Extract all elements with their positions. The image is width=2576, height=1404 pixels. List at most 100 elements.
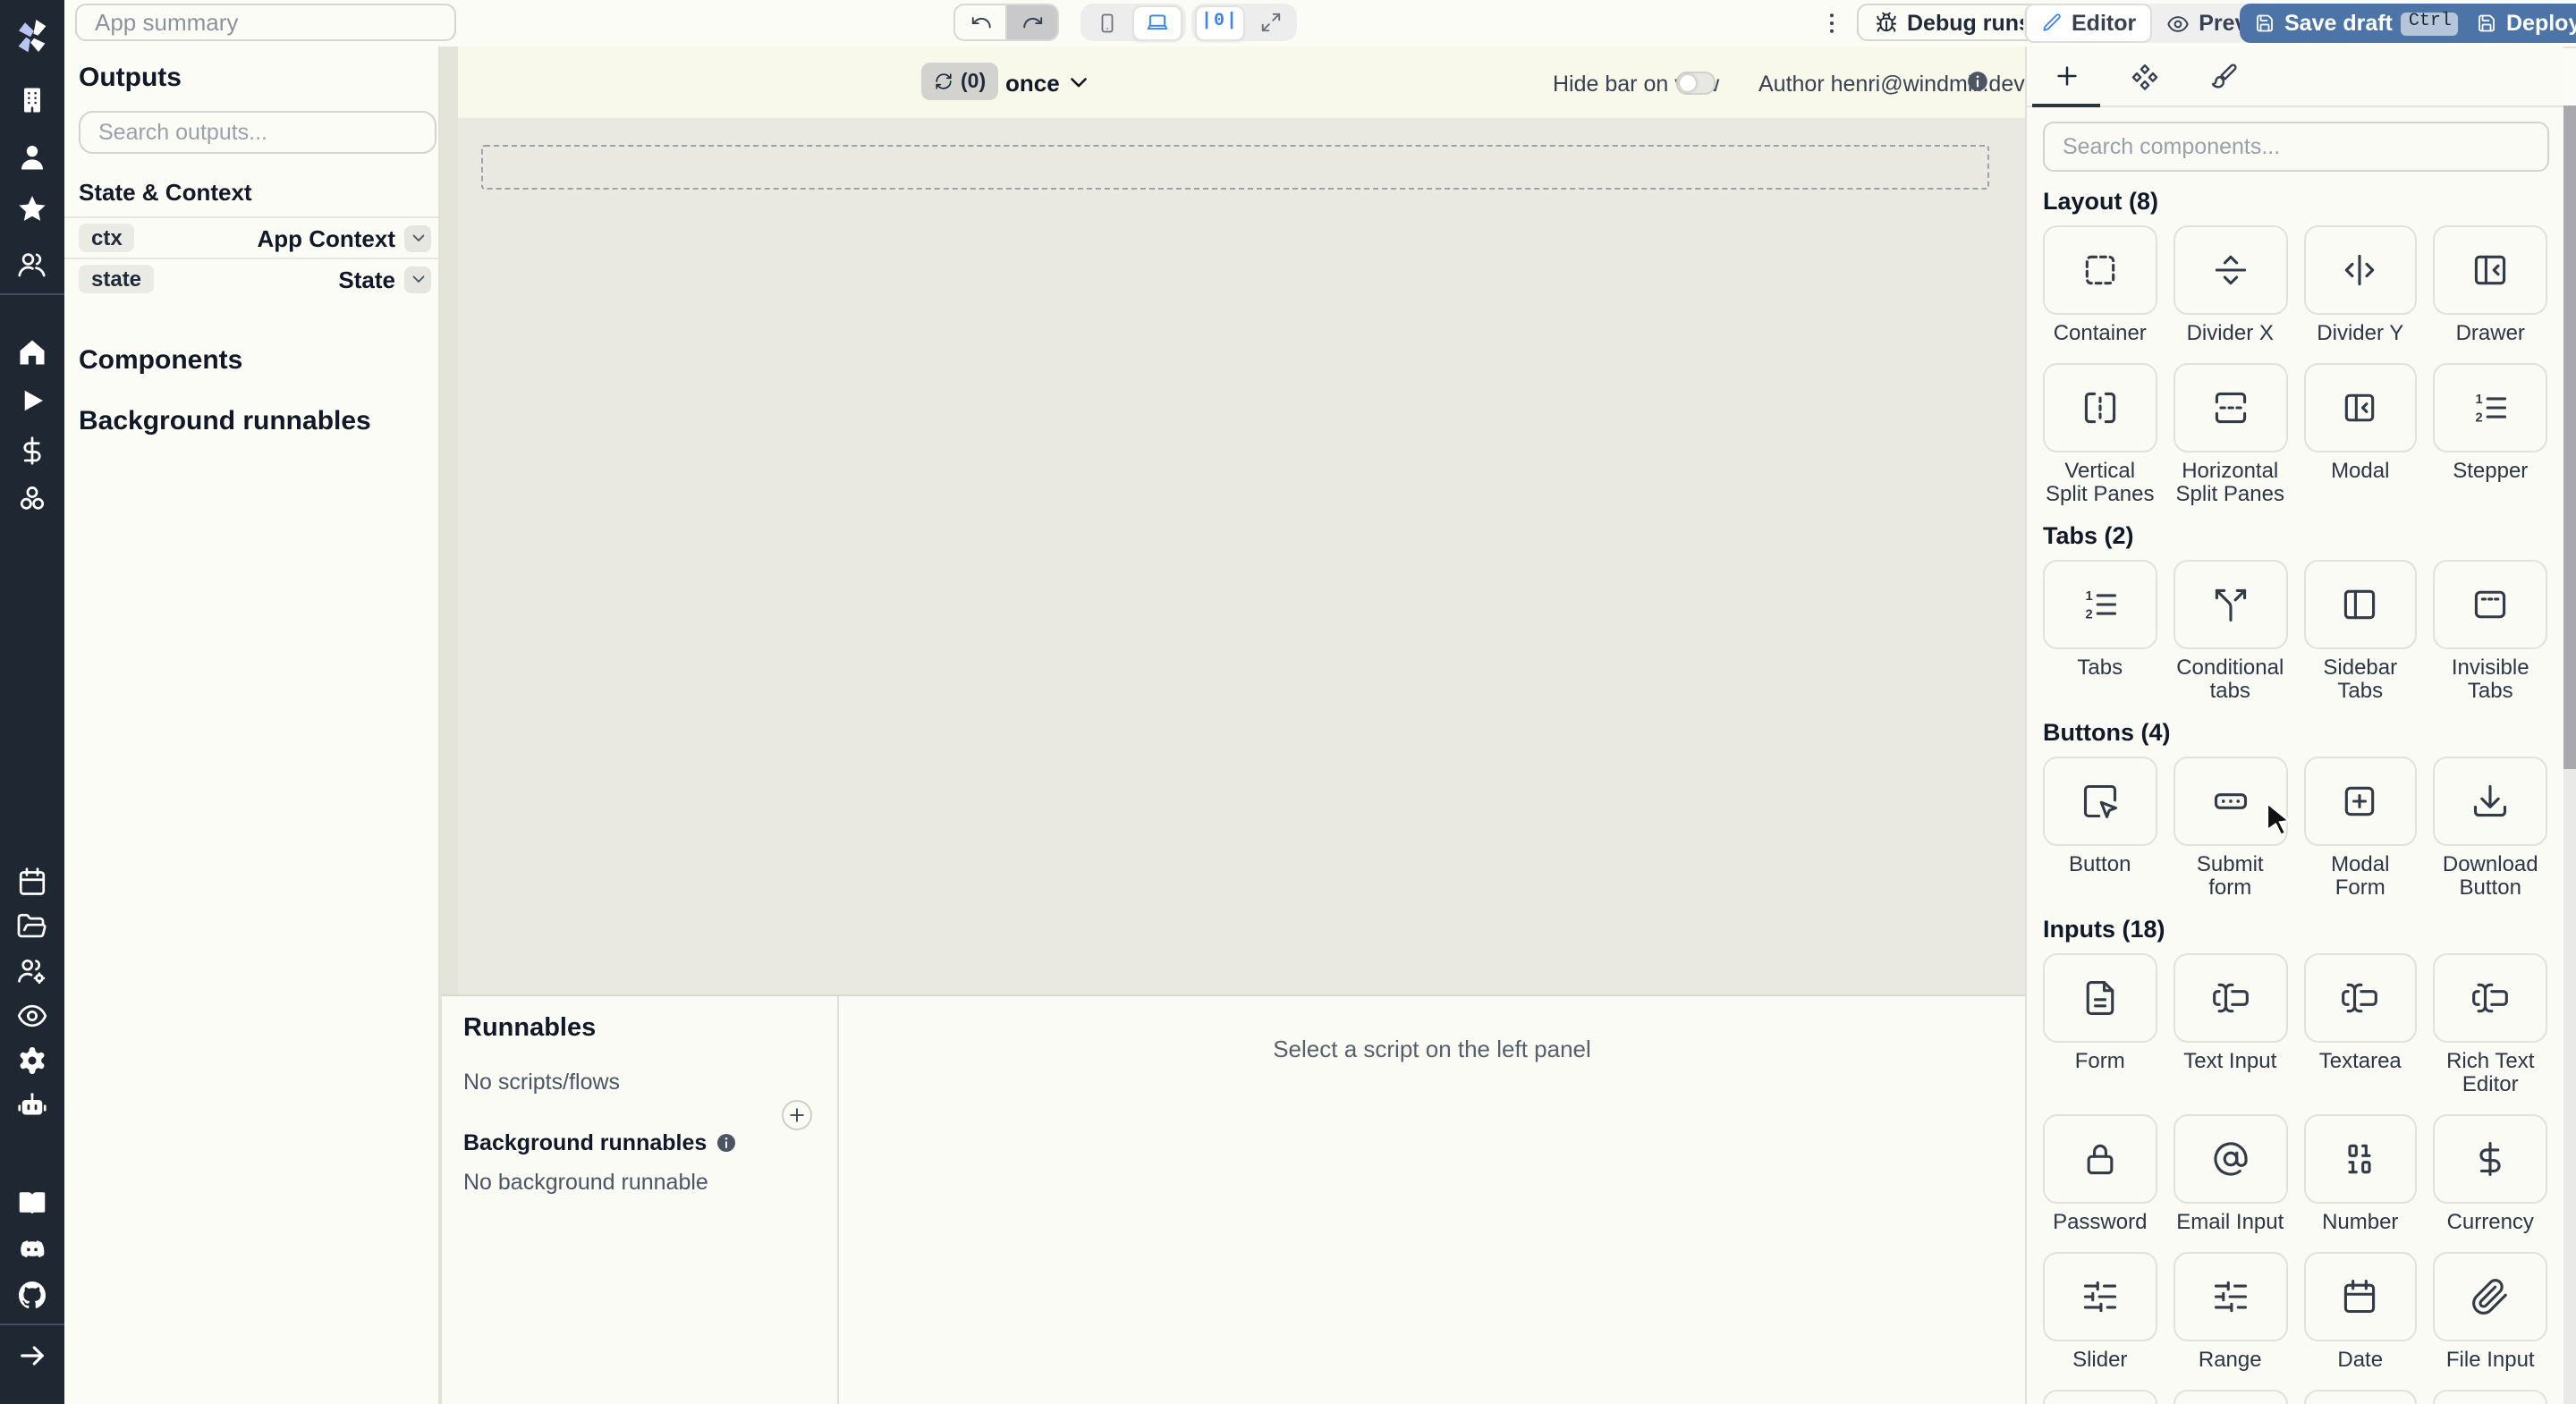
undo-icon (969, 11, 992, 34)
deploy-button[interactable]: Deploy (2462, 4, 2576, 43)
scrollbar-thumb[interactable] (2563, 106, 2576, 769)
text-cursor-input-icon (2341, 978, 2380, 1018)
sidebar-item-users-icon[interactable] (16, 249, 48, 281)
smartphone-icon (1097, 10, 1118, 35)
component-card-vertical-split-panes[interactable]: Vertical Split Panes (2043, 363, 2157, 506)
mobile-view-button[interactable] (1084, 6, 1131, 38)
components-panel-scrollbar (2563, 106, 2576, 1404)
component-card-date[interactable]: Date (2303, 1252, 2418, 1372)
component-card-form[interactable]: Form (2043, 953, 2157, 1096)
windmill-logo-icon[interactable] (11, 14, 54, 57)
refresh-all-button[interactable]: (0) (921, 63, 999, 100)
divider-x-icon (2210, 250, 2250, 290)
component-card-partially-visible[interactable] (2043, 1390, 2157, 1404)
chevron-down-icon (409, 270, 427, 288)
component-card-drawer[interactable]: Drawer (2433, 225, 2547, 345)
component-card-horizontal-split-panes[interactable]: Horizontal Split Panes (2173, 363, 2287, 506)
drawer-icon (2470, 250, 2510, 290)
component-card-conditional-tabs[interactable]: Conditional tabs (2173, 560, 2287, 703)
fullscreen-button[interactable] (1247, 6, 1293, 38)
sidebar-item-eye-icon[interactable] (16, 1000, 48, 1032)
add-background-runnable-button[interactable] (782, 1100, 812, 1130)
horizontal-split-icon (2210, 388, 2250, 427)
component-card-password[interactable]: Password (2043, 1114, 2157, 1234)
component-card-text-input[interactable]: Text Input (2173, 953, 2287, 1096)
list-ordered-icon: 12 (2080, 585, 2120, 624)
sidebar-item-gear-icon[interactable] (16, 1045, 48, 1077)
kbd-chip: Ctrl (2401, 12, 2459, 35)
outputs-title: Outputs (79, 63, 182, 93)
component-card-divider-x[interactable]: Divider X (2173, 225, 2287, 345)
sidebar-item-book-open-icon[interactable] (16, 1188, 48, 1220)
component-card-button[interactable]: Button (2043, 757, 2157, 900)
sidebar-item-user-icon[interactable] (16, 141, 48, 173)
sidebar-item-discord-icon[interactable] (16, 1234, 48, 1266)
sidebar-item-building-icon[interactable] (16, 84, 48, 116)
plus-icon (2053, 63, 2080, 89)
run-frequency-label[interactable]: once (1005, 70, 1060, 97)
sidebar-item-users-gear-icon[interactable] (16, 955, 48, 987)
component-card-partially-visible[interactable] (2433, 1390, 2547, 1404)
component-card-textarea[interactable]: Textarea (2303, 953, 2418, 1096)
sidebar-item-folder-open-icon[interactable] (16, 910, 48, 943)
component-card-partially-visible[interactable] (2173, 1390, 2287, 1404)
component-label: Slider (2072, 1347, 2128, 1372)
sidebar-item-github-icon[interactable] (16, 1279, 48, 1311)
search-outputs-input[interactable] (79, 111, 436, 154)
tab-insert-component[interactable] (2027, 47, 2106, 107)
ctx-expand-button[interactable] (404, 224, 431, 251)
component-card-download-button[interactable]: Download Button (2433, 757, 2547, 900)
maximize-icon (1258, 11, 1282, 34)
frequency-chevron-icon[interactable] (1066, 70, 1091, 95)
editor-tab[interactable]: Editor (2025, 4, 2153, 43)
app-summary-input[interactable] (75, 4, 456, 41)
component-card-divider-y[interactable]: Divider Y (2303, 225, 2418, 345)
sidebar-item-dollar-icon[interactable] (16, 435, 48, 467)
component-card-email-input[interactable]: Email Input (2173, 1114, 2287, 1234)
divider-y-icon (2341, 250, 2380, 290)
component-card-tabs[interactable]: 1 2 Tabs (2043, 560, 2157, 703)
sidebar-item-calendar-icon[interactable] (16, 866, 48, 898)
debug-runs-button[interactable]: Debug runs (1857, 4, 2049, 41)
undo-button[interactable] (955, 5, 1005, 39)
component-card-file-input[interactable]: File Input (2433, 1252, 2547, 1372)
info-icon[interactable] (716, 1132, 737, 1154)
svg-text:2: 2 (2476, 410, 2483, 425)
component-card-submit-form[interactable]: Submit form (2173, 757, 2287, 900)
search-components-input[interactable] (2043, 122, 2549, 172)
component-card-sidebar-tabs[interactable]: Sidebar Tabs (2303, 560, 2418, 703)
panel-resize-gutter[interactable] (440, 47, 460, 994)
paintbrush-icon (2209, 62, 2238, 90)
component-card-rich-text-editor[interactable]: Rich Text Editor (2433, 953, 2547, 1096)
component-card-currency[interactable]: Currency (2433, 1114, 2547, 1234)
component-card-invisible-tabs[interactable]: Invisible Tabs (2433, 560, 2547, 703)
hide-bar-toggle[interactable] (1676, 72, 1716, 95)
center-canvas-button[interactable]: |0| (1195, 4, 1245, 40)
component-card-container[interactable]: Container (2043, 225, 2157, 345)
tab-styling[interactable] (2184, 47, 2263, 106)
sidebar-item-arrow-right-icon[interactable] (16, 1340, 48, 1372)
sidebar-item-star-icon[interactable] (16, 193, 48, 225)
sidebar-item-bot-icon[interactable] (16, 1089, 48, 1121)
component-card-partially-visible[interactable] (2303, 1390, 2418, 1404)
top-header: |0| Debug runs Editor Preview Save draft… (64, 0, 2576, 48)
redo-button[interactable] (1005, 5, 1057, 39)
component-card-stepper[interactable]: 1 2 Stepper (2433, 363, 2547, 506)
component-card-modal[interactable]: Modal (2303, 363, 2418, 506)
component-card-number[interactable]: Number (2303, 1114, 2418, 1234)
component-card-slider[interactable]: Slider (2043, 1252, 2157, 1372)
sidebar-item-home-icon[interactable] (16, 336, 48, 368)
more-menu-button[interactable] (1819, 4, 1844, 41)
desktop-view-button[interactable] (1132, 4, 1182, 40)
info-icon[interactable] (1966, 70, 1989, 93)
component-card-modal-form[interactable]: Modal Form (2303, 757, 2418, 900)
state-expand-button[interactable] (404, 266, 431, 292)
tab-component-settings[interactable] (2106, 47, 2184, 106)
component-card-range[interactable]: Range (2173, 1252, 2287, 1372)
sidebar-item-resources-icon[interactable] (16, 483, 48, 515)
component-drop-zone[interactable] (481, 145, 1989, 190)
sidebar-item-play-icon[interactable] (16, 385, 48, 417)
context-row-state[interactable]: state State (64, 258, 438, 299)
component-label: Textarea (2318, 1048, 2402, 1073)
context-row-ctx[interactable]: ctx App Context (64, 216, 438, 258)
